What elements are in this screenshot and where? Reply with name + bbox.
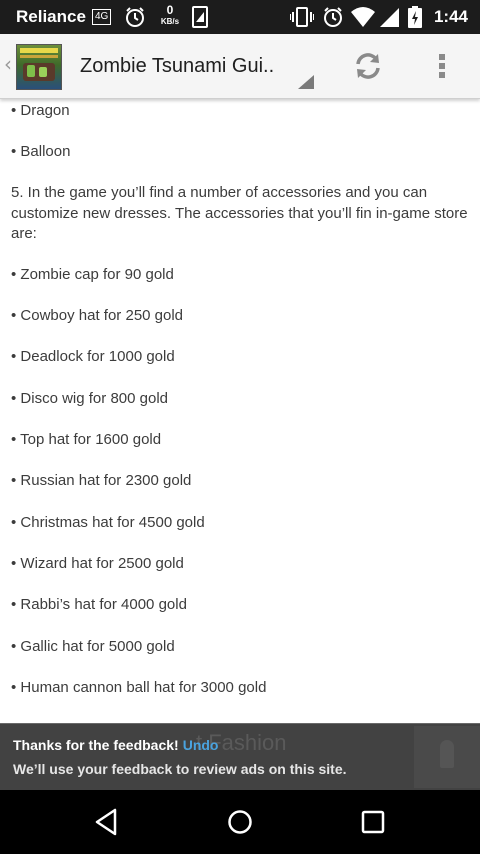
- list-item: • Wizard hat for 2500 gold: [11, 555, 184, 572]
- undo-button[interactable]: Undo: [183, 737, 219, 753]
- refresh-icon[interactable]: [352, 50, 384, 82]
- network-badge: 4G: [92, 9, 112, 25]
- list-item: • Gallic hat for 5000 gold: [11, 638, 175, 655]
- up-caret-icon[interactable]: ‹: [4, 52, 12, 76]
- navigation-bar: [0, 790, 480, 854]
- vibrate-icon: [289, 6, 315, 32]
- notification-icon: [192, 6, 208, 32]
- page-title[interactable]: Zombie Tsunami Gui..: [80, 53, 274, 79]
- more-vert-icon[interactable]: [430, 50, 454, 82]
- signal-icon: [380, 6, 400, 32]
- list-item: • Rabbi’s hat for 4000 gold: [11, 596, 187, 613]
- recents-icon[interactable]: [357, 806, 389, 838]
- data-speed: 0 KB/s: [158, 3, 182, 27]
- paragraph: 5. In the game you’ll find a number of a…: [11, 184, 468, 242]
- spinner-dropdown-icon[interactable]: [298, 74, 314, 93]
- list-item: • Zombie cap for 90 gold: [11, 266, 174, 283]
- list-item: • Human cannon ball hat for 3000 gold: [11, 679, 267, 696]
- home-icon[interactable]: [224, 806, 256, 838]
- data-speed-unit: KB/s: [160, 17, 180, 26]
- list-item: • Dragon: [11, 102, 70, 119]
- list-item: • Cowboy hat for 250 gold: [11, 307, 184, 324]
- battery-icon: [408, 6, 422, 32]
- snackbar-detail: We’ll use your feedback to review ads on…: [13, 761, 347, 777]
- list-item: • Top hat for 1600 gold: [11, 431, 162, 448]
- wifi-icon: [350, 6, 376, 32]
- list-item: • Disco wig for 800 gold: [11, 390, 168, 407]
- list-item: • Christmas hat for 4500 gold: [11, 514, 205, 531]
- ad-background-image: [414, 726, 480, 788]
- list-item: • Balloon: [11, 143, 71, 160]
- carrier-name: Reliance: [16, 7, 86, 26]
- app-logo[interactable]: [16, 44, 62, 90]
- back-icon[interactable]: [91, 806, 123, 838]
- status-bar: Reliance 4G 0 KB/s 1:44: [0, 0, 480, 34]
- snackbar-message: Thanks for the feedback!: [13, 737, 179, 753]
- clock: 1:44: [433, 7, 468, 26]
- data-speed-value: 0: [166, 3, 174, 17]
- list-item: • Russian hat for 2300 gold: [11, 472, 192, 489]
- app-bar: ‹ Zombie Tsunami Gui..: [0, 34, 480, 99]
- alarm-icon: [124, 6, 146, 32]
- snackbar-message-line: Thanks for the feedback! Undo: [13, 736, 218, 754]
- list-item: • Deadlock for 1000 gold: [11, 348, 175, 365]
- article-content[interactable]: • Dragon • Balloon 5. In the game you’ll…: [0, 99, 480, 723]
- alarm-icon: [322, 6, 344, 32]
- feedback-snackbar: t Fashion Thanks for the feedback! Undo W…: [0, 723, 480, 791]
